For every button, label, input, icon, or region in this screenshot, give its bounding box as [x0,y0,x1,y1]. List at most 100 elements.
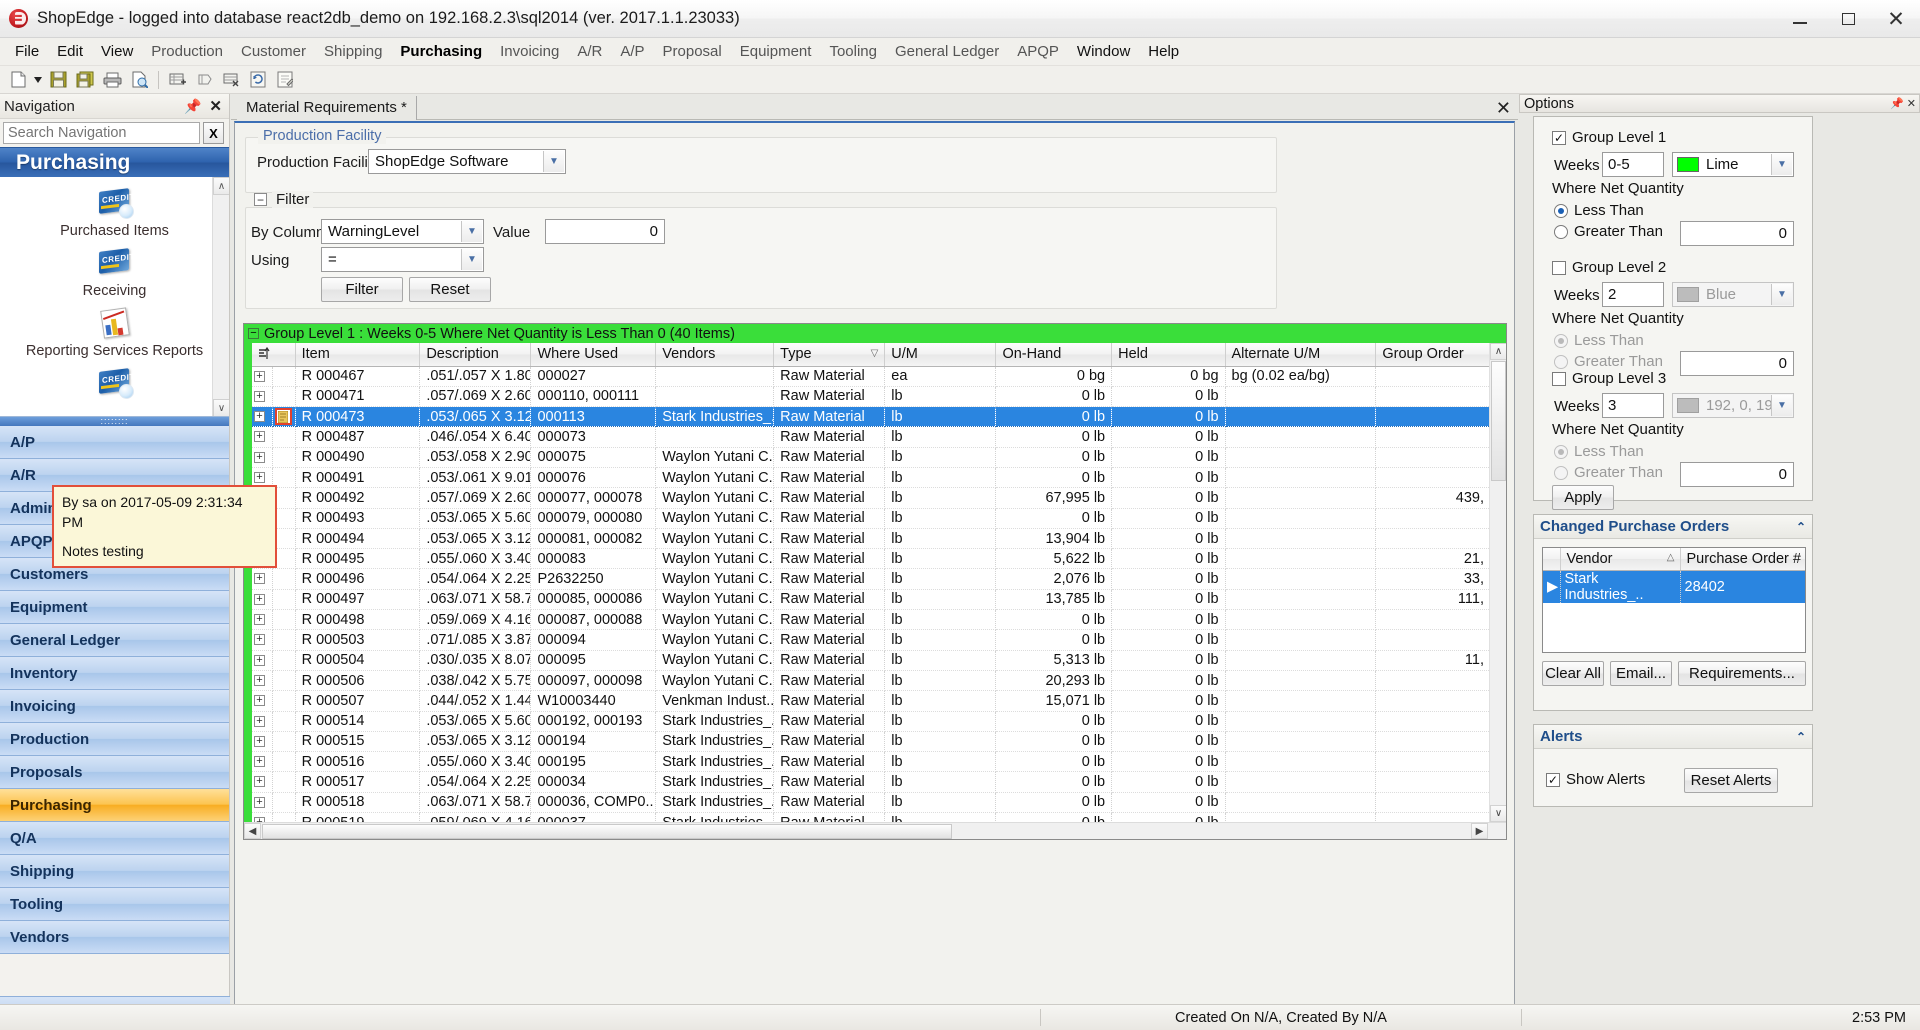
menu-file[interactable]: File [6,40,48,63]
sidebar-item-equipment[interactable]: Equipment [0,591,229,624]
document-close-icon[interactable]: ✕ [1496,98,1511,119]
group-1-less-than-radio[interactable]: Less Than [1554,202,1644,219]
menu-help[interactable]: Help [1139,40,1188,63]
sidebar-item-purchasing[interactable]: Purchasing [0,789,229,822]
table-row[interactable]: +R 000493.053/.065 X 5.60...000079, 0000… [252,508,1491,529]
filter-value-input[interactable]: 0 [545,219,665,244]
group-level-3-checkbox[interactable]: Group Level 3 [1552,370,1666,387]
expand-row-icon[interactable]: + [254,593,265,605]
row-expand-cell[interactable]: + [252,568,273,590]
sidebar-item-q-a[interactable]: Q/A [0,822,229,855]
column-header-item[interactable]: Item [295,343,421,367]
filter-collapse-button[interactable]: − [254,193,267,206]
group-3-threshold-input[interactable]: 0 [1680,462,1794,487]
grid-refresh-icon[interactable] [191,68,217,92]
row-expand-cell[interactable]: + [252,366,273,387]
row-note-cell[interactable] [272,670,296,692]
sidebar-item-shipping[interactable]: Shipping [0,855,229,888]
table-row[interactable]: + R 000467.051/.057 X 1.80...000027 Raw Ma… [252,366,1491,387]
row-note-cell[interactable] [272,792,296,814]
menu-edit[interactable]: Edit [48,40,92,63]
group-3-greater-than-radio[interactable]: Greater Than [1554,464,1663,481]
expand-row-icon[interactable]: + [254,573,265,585]
changed-po-row[interactable]: ▶ Stark Industries_.. 28402 [1543,570,1805,603]
group-level-1-checkbox[interactable]: ✓ Group Level 1 [1552,129,1666,146]
expand-row-icon[interactable]: + [254,471,265,483]
pin-icon[interactable]: 📌 [1890,97,1904,110]
row-note-cell[interactable] [272,771,296,793]
row-note-cell[interactable] [272,751,296,773]
sidebar-item-a-p[interactable]: A/P [0,426,229,459]
table-row[interactable]: + R 000518.063/.071 X 58.7...000036, COMP… [252,792,1491,814]
new-document-icon[interactable] [5,68,31,92]
group-collapse-button[interactable]: − [248,328,259,339]
menu-window[interactable]: Window [1068,40,1139,63]
row-note-cell[interactable] [272,589,296,611]
chevron-down-icon[interactable]: ▼ [543,151,564,172]
group-1-greater-than-radio[interactable]: Greater Than [1554,223,1663,240]
row-expand-cell[interactable]: + [252,792,273,814]
table-row[interactable]: +R 000492.057/.069 X 2.60...000077, 0000… [252,487,1491,509]
row-note-cell[interactable] [272,447,296,468]
row-note-cell[interactable] [272,406,296,428]
changed-po-column-vendor[interactable]: Vendor △ [1560,548,1681,571]
expand-row-icon[interactable]: + [254,634,265,646]
expand-row-icon[interactable]: + [254,796,265,808]
chevron-down-icon[interactable]: ▼ [1771,284,1792,305]
row-expand-cell[interactable]: + [252,426,273,448]
expand-row-icon[interactable]: + [254,735,265,747]
show-alerts-checkbox[interactable]: ✓ Show Alerts [1546,771,1645,788]
grid-scroll-up-button[interactable]: ∧ [1490,343,1506,360]
menu-purchasing[interactable]: Purchasing [391,40,491,63]
group-2-weeks-input[interactable]: 2 [1602,282,1664,307]
requirements-button[interactable]: Requirements... [1678,661,1806,686]
table-row[interactable]: + R 000507.044/.052 X 1.44...W10003440Ven… [252,690,1491,712]
edit-note-icon[interactable] [272,68,298,92]
group-3-weeks-input[interactable]: 3 [1602,393,1664,418]
sidebar-item-proposals[interactable]: Proposals [0,756,229,789]
group-3-less-than-radio[interactable]: Less Than [1554,443,1644,460]
sidebar-item-general-ledger[interactable]: General Ledger [0,624,229,657]
menu-a-r[interactable]: A/R [568,40,611,63]
group-2-less-than-radio[interactable]: Less Than [1554,332,1644,349]
pin-icon[interactable]: 📌 [184,98,201,115]
table-row[interactable]: + R 000517.054/.064 X 2.25...000034Stark … [252,771,1491,793]
row-expand-cell[interactable]: + [252,731,273,753]
table-row[interactable]: +R 000495.055/.060 X 3.40...000083Waylon… [252,548,1491,570]
row-expand-cell[interactable]: + [252,589,273,611]
table-row[interactable]: + R 000514.053/.065 X 5.60...000192, 0001… [252,711,1491,732]
expand-row-icon[interactable]: + [254,614,265,626]
scroll-down-button[interactable]: ∨ [213,399,229,416]
menu-view[interactable]: View [92,40,142,63]
menu-production[interactable]: Production [142,40,232,63]
email-button[interactable]: Email... [1610,661,1672,686]
column-header-on-hand[interactable]: On-Hand [995,343,1113,367]
row-note-cell[interactable] [272,650,296,671]
grid-scroll-right-button[interactable]: ▶ [1471,823,1488,839]
shortcut-purchased-items[interactable]: CREDIT Purchased Items [0,179,229,239]
grid-delete-icon[interactable] [218,68,244,92]
table-row[interactable]: + R 000473.053/.065 X 3.12...000113Stark … [252,406,1491,428]
row-expand-cell[interactable]: + [252,751,273,773]
chevron-down-icon[interactable]: ▼ [461,249,482,270]
grid-scroll-left-button[interactable]: ◀ [244,823,261,839]
close-icon[interactable]: ✕ [209,97,222,115]
menu-a-p[interactable]: A/P [611,40,653,63]
row-note-cell[interactable] [272,629,296,651]
expand-row-icon[interactable]: + [254,654,265,666]
by-column-combo[interactable]: WarningLevel ▼ [321,219,484,244]
menu-equipment[interactable]: Equipment [731,40,821,63]
column-header-alternate-um[interactable]: Alternate U/M [1225,343,1377,367]
table-row[interactable]: + R 000497.063/.071 X 58.7...000085, 0000… [252,589,1491,611]
scroll-up-button[interactable]: ∧ [213,177,229,195]
navigation-splitter[interactable]: :::::::: [0,417,229,426]
table-row[interactable]: + R 000471.057/.069 X 2.60...000110, 0001… [252,386,1491,408]
expand-row-icon[interactable]: + [254,776,265,788]
save-all-icon[interactable] [72,68,98,92]
sidebar-item-inventory[interactable]: Inventory [0,657,229,690]
maximize-button[interactable] [1824,0,1872,38]
collapse-chevron-icon[interactable]: ⌃ [1796,730,1806,744]
expand-row-icon[interactable]: + [254,451,265,463]
chevron-down-icon[interactable]: ▼ [461,221,482,242]
menu-invoicing[interactable]: Invoicing [491,40,568,63]
